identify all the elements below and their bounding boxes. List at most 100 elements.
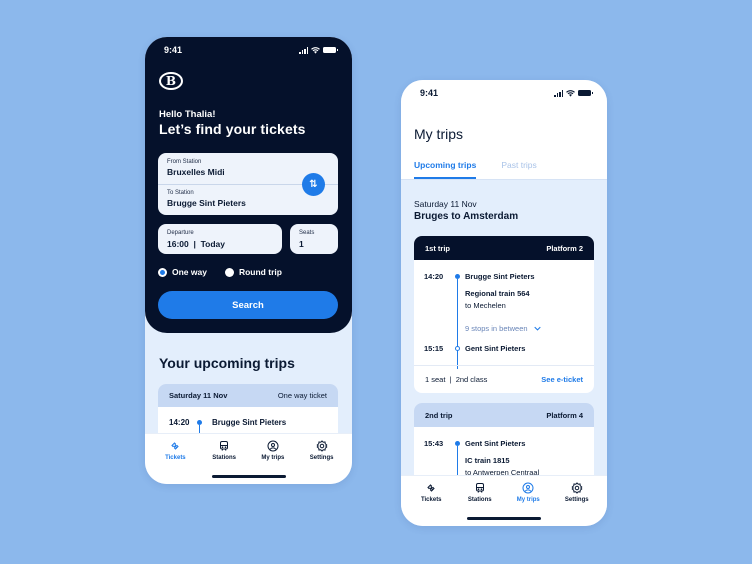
radio-label: Round trip bbox=[238, 267, 282, 277]
tab-label: Stations bbox=[212, 455, 236, 461]
seat-class-info: 1 seat | 2nd class bbox=[425, 375, 488, 384]
seats-field[interactable]: Seats 1 bbox=[290, 224, 338, 254]
trip-timeline: 15:43 Gent Sint Pieters IC train 1815 to… bbox=[414, 427, 594, 503]
ticket-type: One way ticket bbox=[277, 391, 327, 400]
trip-card-header: Saturday 11 Nov One way ticket bbox=[158, 384, 338, 407]
swap-icon: ⇅ bbox=[309, 179, 318, 190]
status-bar: 9:41 bbox=[145, 37, 352, 63]
timeline-line bbox=[457, 279, 458, 369]
depart-time: 15:43 bbox=[424, 439, 444, 448]
departure-field[interactable]: Departure 16:00 | Today bbox=[158, 224, 282, 254]
trip-timeline: 14:20 Brugge Sint Pieters Regional train… bbox=[414, 260, 594, 369]
home-indicator[interactable] bbox=[211, 475, 286, 478]
wifi-icon bbox=[566, 89, 575, 97]
tab-label: My trips bbox=[516, 497, 540, 503]
timeline-dot-icon bbox=[455, 274, 460, 279]
status-time: 9:41 bbox=[164, 45, 183, 55]
seats-label: Seats bbox=[299, 230, 315, 236]
battery-icon bbox=[323, 47, 338, 53]
status-time: 9:41 bbox=[420, 88, 439, 98]
signal-icon bbox=[554, 89, 563, 97]
journey-date: Saturday 11 Nov bbox=[414, 199, 477, 209]
wifi-icon bbox=[311, 46, 320, 54]
tab-label: Tickets bbox=[165, 455, 186, 461]
trip-card-header: 1st trip Platform 2 bbox=[414, 236, 594, 260]
train-direction: to Mechelen bbox=[465, 301, 506, 310]
to-station-value: Brugge Sint Pieters bbox=[167, 198, 246, 208]
from-station-label: From Station bbox=[167, 159, 202, 165]
tab-label: My trips bbox=[261, 455, 285, 461]
stops-label: 9 stops in between bbox=[465, 324, 528, 333]
status-bar: 9:41 bbox=[401, 80, 607, 106]
radio-label: One way bbox=[172, 267, 207, 277]
signal-icon bbox=[299, 46, 308, 54]
journey-route: Bruges to Amsterdam bbox=[414, 211, 519, 222]
tab-label: Tickets bbox=[420, 497, 442, 503]
train-icon bbox=[220, 441, 229, 451]
radio-checked-icon bbox=[158, 267, 167, 277]
tab-upcoming-trips[interactable]: Upcoming trips bbox=[414, 160, 477, 179]
radio-unchecked-icon bbox=[224, 267, 234, 277]
home-indicator[interactable] bbox=[467, 517, 541, 520]
depart-time: 14:20 bbox=[424, 272, 444, 281]
ticket-icon bbox=[171, 442, 180, 450]
search-button[interactable]: Search bbox=[158, 291, 338, 319]
brand-logo: B bbox=[159, 72, 183, 90]
train-name: IC train 1815 bbox=[465, 456, 510, 465]
to-station-label: To Station bbox=[167, 190, 194, 196]
depart-station: Brugge Sint Pieters bbox=[465, 272, 535, 281]
gear-icon bbox=[571, 482, 583, 494]
swap-stations-button[interactable]: ⇅ bbox=[302, 173, 325, 196]
page-title: My trips bbox=[414, 126, 463, 142]
tab-label: Stations bbox=[467, 497, 492, 503]
timeline-dot-icon bbox=[455, 441, 460, 446]
trip-type-radio-group: One way Round trip bbox=[158, 267, 282, 277]
from-station-value: Bruxelles Midi bbox=[167, 167, 225, 177]
tab-label: Settings bbox=[564, 497, 589, 503]
phone-my-trips-screen: 9:41 My trips Upcoming trips Past trips … bbox=[401, 80, 607, 526]
departure-value: 16:00 | Today bbox=[167, 239, 225, 249]
phone-search-screen: 9:41 B Hello Thalia! Let’s find your tic… bbox=[145, 37, 352, 484]
trip-name: 1st trip bbox=[425, 243, 451, 253]
tab-tickets[interactable]: Tickets bbox=[407, 482, 456, 526]
user-circle-icon bbox=[267, 440, 279, 452]
trip-card-footer: 1 seat | 2nd class See e-ticket bbox=[414, 365, 594, 393]
chevron-down-icon bbox=[533, 326, 541, 331]
trip-card[interactable]: 1st trip Platform 2 14:20 Brugge Sint Pi… bbox=[414, 236, 594, 393]
trip-platform: Platform 4 bbox=[546, 410, 583, 420]
see-eticket-link[interactable]: See e-ticket bbox=[541, 375, 583, 384]
tab-past-trips[interactable]: Past trips bbox=[501, 160, 536, 179]
tab-label: Settings bbox=[309, 455, 334, 461]
seats-value: 1 bbox=[299, 239, 304, 249]
radio-round-trip[interactable]: Round trip bbox=[224, 267, 282, 277]
user-circle-icon bbox=[522, 482, 534, 494]
depart-station: Gent Sint Pieters bbox=[465, 439, 526, 448]
timeline-stop: 14:20 Brugge Sint Pieters bbox=[158, 407, 338, 445]
stop-time: 14:20 bbox=[169, 418, 190, 427]
stops-toggle[interactable]: 9 stops in between bbox=[465, 324, 584, 333]
trip-date: Saturday 11 Nov bbox=[169, 391, 228, 400]
timeline-end-dot-icon bbox=[455, 346, 460, 351]
trip-name: 2nd trip bbox=[425, 410, 453, 420]
trip-segment-tabs: Upcoming trips Past trips bbox=[414, 160, 537, 179]
battery-icon bbox=[578, 90, 593, 96]
stop-station: Brugge Sint Pieters bbox=[212, 418, 287, 427]
trip-card-header: 2nd trip Platform 4 bbox=[414, 403, 594, 427]
radio-one-way[interactable]: One way bbox=[158, 267, 207, 277]
timeline-dot-icon bbox=[197, 420, 202, 445]
tab-settings[interactable]: Settings bbox=[297, 440, 346, 484]
arrive-time: 15:15 bbox=[424, 344, 444, 353]
search-hero: 9:41 B Hello Thalia! Let’s find your tic… bbox=[145, 37, 352, 333]
departure-label: Departure bbox=[167, 230, 194, 236]
greeting: Hello Thalia! bbox=[159, 109, 216, 120]
train-name: Regional train 564 bbox=[465, 289, 530, 298]
arrive-station: Gent Sint Pieters bbox=[465, 344, 526, 353]
gear-icon bbox=[316, 440, 328, 452]
tab-tickets[interactable]: Tickets bbox=[151, 440, 200, 484]
train-icon bbox=[475, 483, 484, 493]
tab-settings[interactable]: Settings bbox=[553, 482, 602, 526]
page-title: Let’s find your tickets bbox=[159, 121, 306, 137]
upcoming-trips-heading: Your upcoming trips bbox=[159, 355, 295, 371]
trip-platform: Platform 2 bbox=[546, 243, 583, 253]
ticket-icon bbox=[427, 484, 435, 492]
